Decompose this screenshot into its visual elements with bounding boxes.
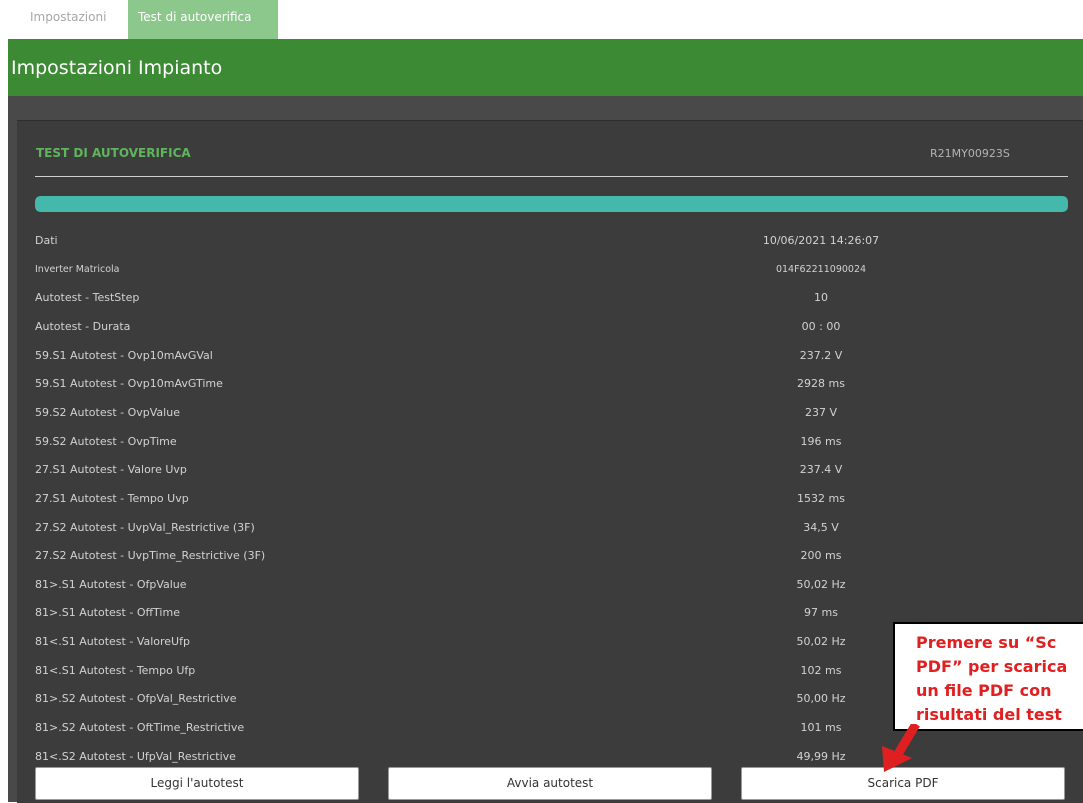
row-value: 200 ms [800, 549, 842, 563]
table-row: 27.S1 Autotest - Valore Uvp 237.4 V [35, 457, 1068, 485]
callout-text: Premere su “Sc PDF” per scarica un file … [916, 631, 1083, 727]
row-value: 2928 ms [797, 377, 845, 391]
divider [35, 176, 1068, 177]
start-autotest-button[interactable]: Avvia autotest [388, 767, 712, 800]
table-row: Autotest - Durata 00 : 00 [35, 314, 1068, 342]
read-autotest-button[interactable]: Leggi l'autotest [35, 767, 359, 800]
row-label: 59.S1 Autotest - Ovp10mAvGTime [35, 377, 223, 391]
panel-title: TEST DI AUTOVERIFICA [36, 146, 191, 160]
row-value: 00 : 00 [801, 319, 841, 333]
table-row: 27.S2 Autotest - UvpTime_Restrictive (3F… [35, 543, 1068, 571]
callout-line: PDF” per scarica [916, 657, 1068, 676]
row-value: 237.4 V [799, 463, 843, 477]
row-label: 27.S1 Autotest - Valore Uvp [35, 463, 187, 477]
row-label: 81<.S1 Autotest - ValoreUfp [35, 635, 190, 649]
progress-bar-fill [35, 196, 1068, 212]
row-value: 237.2 V [799, 348, 843, 362]
table-row: Inverter Matricola 014F62211090024 [35, 257, 1068, 285]
row-label: 81>.S1 Autotest - OffTime [35, 606, 180, 620]
table-row: 59.S2 Autotest - OvpTime 196 ms [35, 429, 1068, 457]
row-value: 50,02 Hz [796, 577, 846, 591]
row-label: 81<.S2 Autotest - UfpVal_Restrictive [35, 749, 236, 763]
row-value: 34,5 V [803, 520, 839, 534]
row-label: 27.S2 Autotest - UvpVal_Restrictive (3F) [35, 520, 255, 534]
table-row: 81>.S1 Autotest - OfpValue 50,02 Hz [35, 572, 1068, 600]
table-row: 27.S1 Autotest - Tempo Uvp 1532 ms [35, 486, 1068, 514]
row-label: 81>.S2 Autotest - OfpVal_Restrictive [35, 692, 237, 706]
tab-bar: Impostazioni Test di autoverifica [0, 0, 1083, 39]
table-row: Autotest - TestStep 10 [35, 285, 1068, 313]
table-row: 27.S2 Autotest - UvpVal_Restrictive (3F)… [35, 515, 1068, 543]
page-header: Impostazioni Impianto [8, 39, 1083, 96]
page-title: Impostazioni Impianto [11, 57, 223, 79]
row-label: 59.S1 Autotest - Ovp10mAvGVal [35, 348, 213, 362]
row-label: 81<.S1 Autotest - Tempo Ufp [35, 663, 196, 677]
table-row: 59.S1 Autotest - Ovp10mAvGVal 237.2 V [35, 343, 1068, 371]
row-label: 59.S2 Autotest - OvpTime [35, 434, 177, 448]
row-value: 10/06/2021 14:26:07 [762, 234, 880, 247]
row-value: 014F62211090024 [775, 263, 867, 275]
callout-line: un file PDF con [916, 681, 1052, 700]
table-row: 59.S2 Autotest - OvpValue 237 V [35, 400, 1068, 428]
row-value: 97 ms [804, 606, 838, 620]
table-row: Dati 10/06/2021 14:26:07 [35, 228, 1068, 256]
row-label: 59.S2 Autotest - OvpValue [35, 405, 180, 419]
row-value: 10 [814, 291, 828, 305]
row-label: Autotest - Durata [35, 319, 131, 333]
row-label: 81>.S1 Autotest - OfpValue [35, 577, 187, 591]
row-label: 27.S2 Autotest - UvpTime_Restrictive (3F… [35, 549, 266, 563]
row-label: Dati [35, 234, 58, 247]
row-label: Autotest - TestStep [35, 291, 140, 305]
callout-arrow-icon [882, 724, 920, 772]
row-value: 237 V [804, 405, 838, 419]
tab-impostazioni[interactable]: Impostazioni [20, 0, 126, 39]
row-label: 81>.S2 Autotest - OftTime_Restrictive [35, 721, 245, 735]
row-value: 196 ms [800, 434, 842, 448]
callout-line: Premere su “Sc [916, 633, 1057, 652]
row-label: 27.S1 Autotest - Tempo Uvp [35, 491, 189, 505]
callout-line: risultati del test [916, 705, 1062, 724]
row-label: Inverter Matricola [35, 263, 120, 275]
row-value: 1532 ms [797, 491, 845, 505]
instruction-callout: Premere su “Sc PDF” per scarica un file … [893, 622, 1083, 731]
device-serial: R21MY00923S [930, 147, 1010, 160]
progress-bar [35, 196, 1068, 212]
tab-test-di-autoverifica[interactable]: Test di autoverifica [128, 0, 278, 39]
table-row: 59.S1 Autotest - Ovp10mAvGTime 2928 ms [35, 371, 1068, 399]
